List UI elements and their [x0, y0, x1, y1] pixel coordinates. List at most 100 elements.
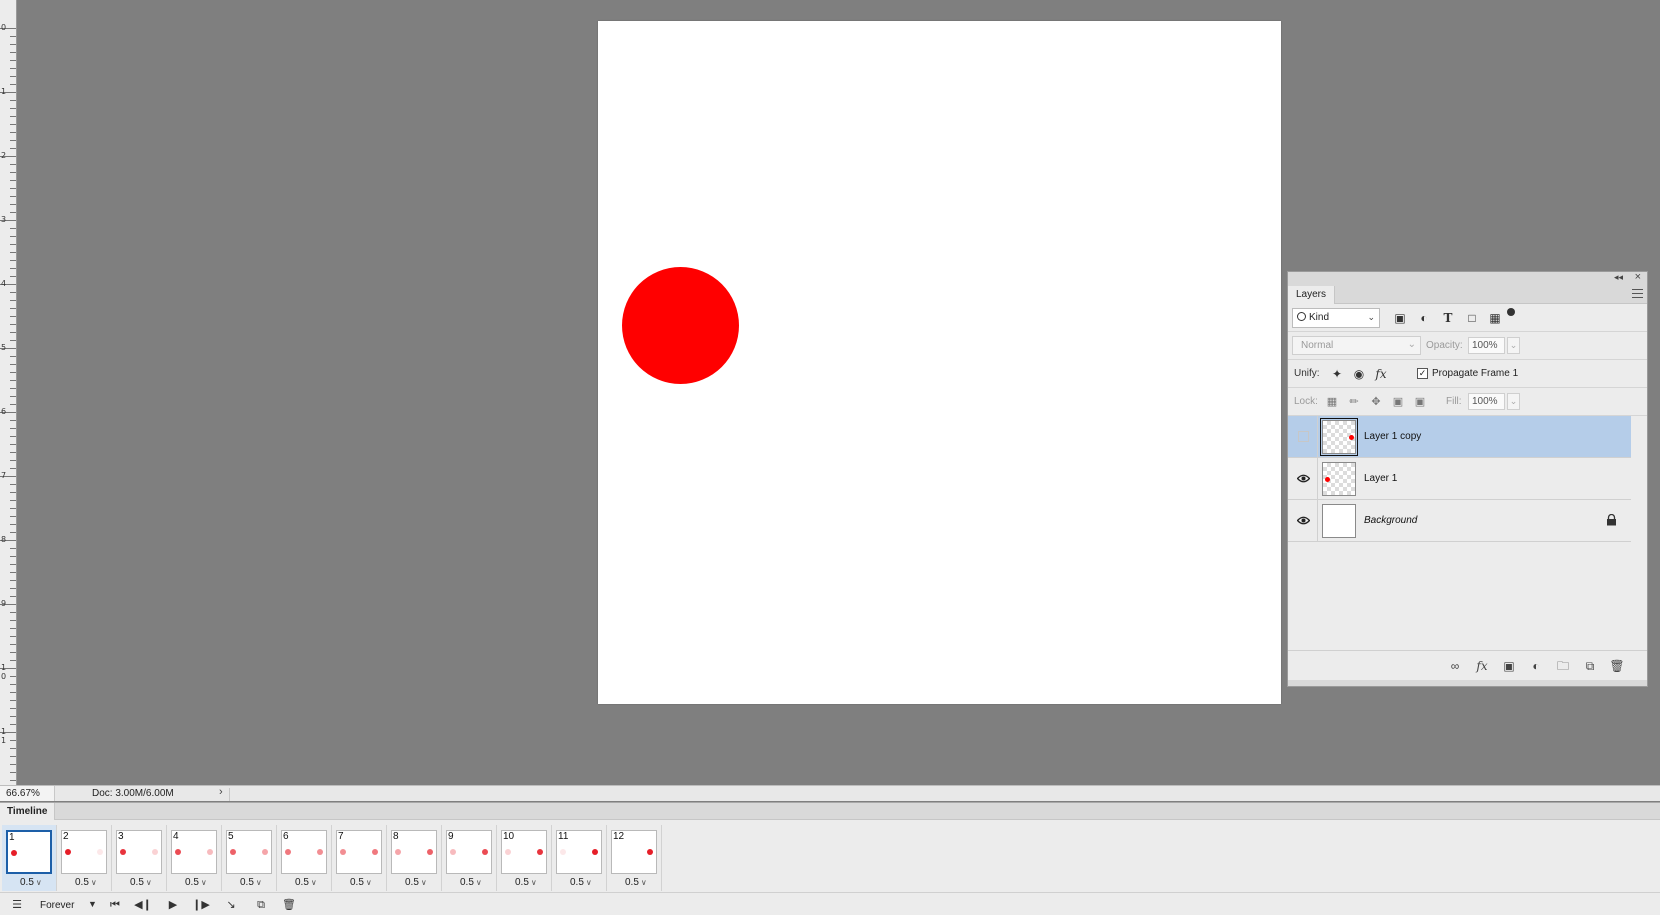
convert-to-video-timeline-icon[interactable]: ☰ — [8, 897, 26, 913]
frame-thumbnail[interactable]: 5 — [226, 830, 272, 874]
frame-delay-select[interactable]: 0.5 ∨ — [350, 877, 372, 888]
frame-delay-select[interactable]: 0.5 ∨ — [20, 877, 42, 888]
zoom-level-field[interactable]: 66.67% — [0, 786, 55, 801]
status-menu-arrow-icon[interactable]: › — [219, 786, 223, 798]
close-icon[interactable]: × — [1635, 271, 1641, 283]
animation-frame[interactable]: 7 0.5 ∨ — [332, 825, 387, 891]
layer-name[interactable]: Layer 1 copy — [1364, 431, 1421, 442]
type-filter-icon[interactable]: T — [1440, 310, 1456, 326]
panel-resize-grip[interactable] — [1288, 680, 1647, 686]
image-filter-icon[interactable]: ▣ — [1392, 310, 1408, 326]
frame-delay-select[interactable]: 0.5 ∨ — [460, 877, 482, 888]
frame-delay-select[interactable]: 0.5 ∨ — [405, 877, 427, 888]
frame-delay-select[interactable]: 0.5 ∨ — [75, 877, 97, 888]
duplicate-frame-icon[interactable]: ⧉ — [252, 897, 270, 913]
frame-thumbnail[interactable]: 8 — [391, 830, 437, 874]
frame-delay-select[interactable]: 0.5 ∨ — [570, 877, 592, 888]
lock-artboard-icon[interactable]: ▣ — [1389, 393, 1407, 411]
animation-frame[interactable]: 3 0.5 ∨ — [112, 825, 167, 891]
animation-frame[interactable]: 2 0.5 ∨ — [57, 825, 112, 891]
animation-frame[interactable]: 5 0.5 ∨ — [222, 825, 277, 891]
frame-thumbnail[interactable]: 10 — [501, 830, 547, 874]
layer-name[interactable]: Background — [1364, 515, 1417, 526]
new-group-folder-icon[interactable]: 🗀 — [1554, 658, 1572, 674]
animation-frame[interactable]: 6 0.5 ∨ — [277, 825, 332, 891]
frame-thumbnail[interactable]: 9 — [446, 830, 492, 874]
layer-row-layer-1-copy[interactable]: Layer 1 copy — [1288, 416, 1631, 458]
lock-all-icon[interactable]: ▣ — [1411, 393, 1429, 411]
opacity-dropdown[interactable]: ⌄ — [1507, 337, 1520, 354]
unify-style-icon[interactable]: fx — [1372, 365, 1390, 383]
smart-object-filter-icon[interactable]: ▦ — [1487, 310, 1503, 326]
frame-thumbnail[interactable]: 7 — [336, 830, 382, 874]
layer-row-background[interactable]: Background — [1288, 500, 1631, 542]
frame-thumbnail[interactable]: 6 — [281, 830, 327, 874]
frame-delay-select[interactable]: 0.5 ∨ — [295, 877, 317, 888]
first-frame-icon[interactable]: ⏮ — [106, 897, 124, 913]
opacity-input[interactable]: 100% — [1468, 337, 1505, 354]
delete-frame-trash-icon[interactable]: 🗑 — [280, 897, 298, 913]
add-mask-icon[interactable]: ▣ — [1500, 658, 1518, 674]
frame-thumbnail[interactable]: 12 — [611, 830, 657, 874]
frame-delay-select[interactable]: 0.5 ∨ — [185, 877, 207, 888]
vertical-ruler[interactable]: 0 1 2 3 4 5 6 7 8 9 10 11 — [0, 0, 17, 785]
red-circle-shape[interactable] — [622, 267, 739, 384]
unify-position-icon[interactable]: ✦ — [1328, 365, 1346, 383]
eye-icon[interactable] — [1297, 474, 1310, 483]
frame-delay-select[interactable]: 0.5 ∨ — [625, 877, 647, 888]
adjustment-filter-icon[interactable]: ◐ — [1416, 310, 1432, 326]
loop-options-select[interactable]: Forever — [40, 900, 74, 911]
frame-delay-select[interactable]: 0.5 ∨ — [515, 877, 537, 888]
previous-frame-icon[interactable]: ◀❙ — [134, 897, 152, 913]
frame-thumbnail[interactable]: 3 — [116, 830, 162, 874]
visibility-cell[interactable] — [1288, 500, 1318, 542]
layer-name[interactable]: Layer 1 — [1364, 473, 1397, 484]
propagate-checkbox[interactable]: ✓ — [1417, 368, 1428, 379]
panel-title-bar[interactable]: ◂◂ × — [1288, 271, 1647, 286]
play-icon[interactable]: ▶ — [164, 897, 182, 913]
kind-filter-select[interactable]: Kind ⌄ — [1292, 308, 1380, 328]
frame-delay-select[interactable]: 0.5 ∨ — [240, 877, 262, 888]
visibility-cell[interactable] — [1288, 458, 1318, 500]
collapse-panel-icon[interactable]: ◂◂ — [1614, 272, 1623, 283]
delete-layer-trash-icon[interactable]: 🗑 — [1608, 658, 1626, 674]
animation-frame[interactable]: 9 0.5 ∨ — [442, 825, 497, 891]
fill-dropdown[interactable]: ⌄ — [1507, 393, 1520, 410]
adjustment-layer-icon[interactable]: ◐ — [1527, 658, 1545, 674]
chevron-down-icon[interactable]: ▼ — [88, 899, 97, 909]
hidden-visibility-box[interactable] — [1298, 431, 1309, 442]
animation-frame[interactable]: 4 0.5 ∨ — [167, 825, 222, 891]
unify-visibility-icon[interactable]: ◉ — [1350, 365, 1368, 383]
tab-layers[interactable]: Layers — [1288, 286, 1336, 304]
tween-icon[interactable]: ↘ — [222, 897, 240, 913]
frame-thumbnail[interactable]: 4 — [171, 830, 217, 874]
visibility-cell[interactable] — [1288, 416, 1318, 458]
fill-input[interactable]: 100% — [1468, 393, 1505, 410]
frame-delay-select[interactable]: 0.5 ∨ — [130, 877, 152, 888]
eye-icon[interactable] — [1297, 516, 1310, 525]
layer-style-fx-icon[interactable]: fx — [1473, 658, 1491, 674]
link-layers-icon[interactable]: ∞ — [1446, 658, 1464, 674]
animation-frame[interactable]: 1 0.5 ∨ — [2, 825, 57, 891]
ruler-tick — [10, 780, 16, 781]
lock-pixels-icon[interactable]: ✏ — [1345, 393, 1363, 411]
layer-row-layer-1[interactable]: Layer 1 — [1288, 458, 1631, 500]
ruler-tick — [10, 700, 16, 701]
lock-transparent-icon[interactable]: ▦ — [1323, 393, 1341, 411]
next-frame-icon[interactable]: ❙▶ — [192, 897, 210, 913]
filter-toggle-icon[interactable] — [1507, 308, 1515, 316]
blend-mode-select[interactable]: Normal ⌄ — [1292, 336, 1421, 355]
frame-thumbnail[interactable]: 11 — [556, 830, 602, 874]
frame-thumbnail[interactable]: 2 — [61, 830, 107, 874]
frame-thumbnail[interactable]: 1 — [6, 830, 52, 874]
animation-frame[interactable]: 8 0.5 ∨ — [387, 825, 442, 891]
animation-frame[interactable]: 10 0.5 ∨ — [497, 825, 552, 891]
panel-menu-icon[interactable] — [1632, 289, 1643, 300]
shape-filter-icon[interactable]: □ — [1464, 310, 1480, 326]
document-canvas[interactable] — [598, 21, 1281, 704]
lock-position-icon[interactable]: ✥ — [1367, 393, 1385, 411]
tab-timeline[interactable]: Timeline — [0, 803, 56, 820]
animation-frame[interactable]: 11 0.5 ∨ — [552, 825, 607, 891]
animation-frame[interactable]: 12 0.5 ∨ — [607, 825, 662, 891]
new-layer-icon[interactable]: ⧉ — [1581, 658, 1599, 674]
